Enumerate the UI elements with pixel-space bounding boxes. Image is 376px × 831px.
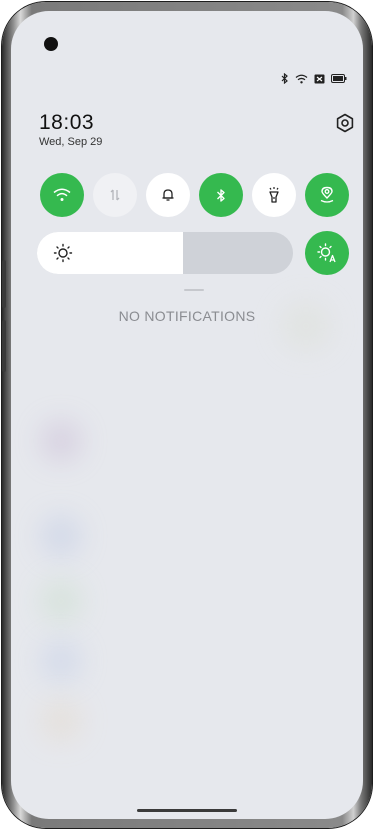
blurred-app-icon <box>41 421 81 461</box>
wifi-toggle[interactable] <box>40 173 84 217</box>
bluetooth-icon <box>281 73 289 84</box>
sim-off-icon <box>314 74 325 84</box>
mobile-data-toggle[interactable] <box>93 173 137 217</box>
home-indicator[interactable] <box>137 809 237 812</box>
volume-down-button <box>2 320 6 372</box>
blurred-app-icon <box>41 641 81 681</box>
clock-time: 18:03 <box>39 111 95 134</box>
blurred-app-icon <box>41 581 81 621</box>
wifi-icon <box>295 74 308 84</box>
blurred-app-icon <box>41 701 81 741</box>
flashlight-icon <box>269 187 279 203</box>
bell-icon <box>162 189 174 201</box>
volume-up-button <box>2 260 6 308</box>
status-bar <box>281 73 347 84</box>
flashlight-toggle[interactable] <box>252 173 296 217</box>
auto-brightness-button[interactable] <box>305 231 349 275</box>
settings-button[interactable] <box>334 112 356 134</box>
data-arrows-icon <box>110 189 120 201</box>
battery-icon <box>331 74 347 83</box>
gear-icon <box>336 113 354 133</box>
phone-frame: 18:03 Wed, Sep 29 NO NOTIFICATIONS <box>2 2 372 828</box>
empty-notifications-label: NO NOTIFICATIONS <box>118 308 256 324</box>
auto-brightness-icon <box>317 243 336 263</box>
location-icon <box>320 186 334 203</box>
bluetooth-toggle[interactable] <box>199 173 243 217</box>
clock-date: Wed, Sep 29 <box>39 136 103 148</box>
phone-screen: 18:03 Wed, Sep 29 NO NOTIFICATIONS <box>11 11 363 819</box>
front-camera <box>44 37 58 51</box>
sound-toggle[interactable] <box>146 173 190 217</box>
blurred-app-icon <box>41 516 81 556</box>
sun-icon <box>53 243 73 263</box>
bluetooth-icon <box>217 188 225 202</box>
drag-handle[interactable] <box>184 289 204 291</box>
brightness-slider[interactable] <box>37 232 293 274</box>
wifi-icon <box>53 188 71 201</box>
location-toggle[interactable] <box>305 173 349 217</box>
